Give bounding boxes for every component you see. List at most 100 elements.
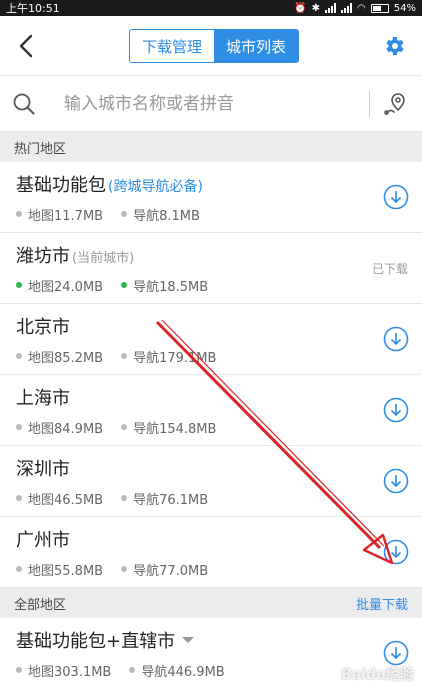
city-name-line: 北京市	[16, 313, 234, 339]
gear-icon	[386, 36, 404, 55]
city-name: 广州市	[16, 529, 70, 551]
nav-size-text: 导航18.5MB	[133, 279, 209, 295]
city-name-line: 广州市	[16, 526, 226, 552]
city-info: 基础功能包 (跨城导航必备) 地图11.7MB 导航8.1MB	[16, 171, 218, 224]
download-icon	[383, 539, 409, 565]
city-name: 上海市	[16, 387, 70, 409]
hot-city-list: 基础功能包 (跨城导航必备) 地图11.7MB 导航8.1MB 潍坊市 (当前城市) 地图2…	[0, 162, 422, 588]
size-line: 地图303.1MB 导航446.9MB	[16, 661, 243, 680]
size-line: 地图55.8MB 导航77.0MB	[16, 560, 226, 579]
city-name-line: 深圳市	[16, 455, 226, 481]
map-size: 地图84.9MB	[16, 418, 103, 437]
status-time: 上午10:51	[6, 2, 60, 15]
map-size-text: 地图24.0MB	[28, 279, 104, 295]
map-size: 地图24.0MB	[16, 276, 103, 295]
download-icon	[383, 184, 409, 210]
map-size-text: 地图46.5MB	[28, 492, 104, 508]
download-button[interactable]	[382, 639, 410, 667]
city-info: 上海市地图84.9MB 导航154.8MB	[16, 384, 234, 437]
map-size: 地图55.8MB	[16, 560, 103, 579]
nav-size: 导航8.1MB	[121, 205, 200, 224]
search-divider	[369, 90, 370, 117]
nav-size: 导航446.9MB	[129, 661, 225, 680]
download-icon	[383, 468, 409, 494]
battery-icon	[370, 3, 389, 13]
status-dot	[16, 667, 22, 673]
nav-size-text: 导航154.8MB	[133, 421, 217, 437]
search-icon	[12, 92, 42, 116]
batch-download-button[interactable]: 批量下载	[356, 594, 408, 613]
nav-size-text: 导航179.1MB	[133, 350, 217, 366]
header: 下载管理 城市列表	[0, 16, 422, 76]
chevron-left-icon	[19, 34, 33, 57]
status-dot	[16, 282, 22, 288]
downloaded-label: 已下载	[371, 261, 408, 276]
section-title: 全部地区	[14, 597, 67, 613]
size-line: 地图85.2MB 导航179.1MB	[16, 347, 234, 366]
nav-size-text: 导航76.1MB	[133, 492, 209, 508]
map-size: 地图303.1MB	[16, 661, 111, 680]
nav-size-text: 导航77.0MB	[133, 563, 209, 579]
tab-city-list[interactable]: 城市列表	[214, 30, 298, 62]
status-dot	[16, 211, 22, 217]
status-dot	[16, 353, 22, 359]
status-dot	[121, 566, 128, 572]
status-dot	[16, 495, 22, 501]
chevron-down-icon[interactable]	[181, 635, 195, 645]
city-row[interactable]: 深圳市地图46.5MB 导航76.1MB	[0, 446, 422, 517]
nav-size: 导航179.1MB	[121, 347, 216, 366]
city-name: 基础功能包+直辖市	[16, 630, 176, 652]
section-title: 热门地区	[14, 141, 67, 157]
section-all: 全部地区 批量下载	[0, 588, 422, 618]
nav-size: 导航154.8MB	[121, 418, 216, 437]
city-name-line: 上海市	[16, 384, 234, 410]
signal-icon	[325, 3, 337, 13]
bluetooth-icon: ✱	[311, 2, 321, 14]
map-size-text: 地图85.2MB	[28, 350, 104, 366]
status-dot	[121, 495, 128, 501]
map-size: 地图85.2MB	[16, 347, 103, 366]
settings-button[interactable]	[378, 26, 410, 66]
size-line: 地图24.0MB 导航18.5MB	[16, 276, 226, 295]
status-dot	[16, 424, 22, 430]
city-name-line: 基础功能包+直辖市	[16, 627, 243, 653]
download-button[interactable]	[382, 467, 410, 495]
size-line: 地图84.9MB 导航154.8MB	[16, 418, 234, 437]
city-row[interactable]: 基础功能包 (跨城导航必备) 地图11.7MB 导航8.1MB	[0, 162, 422, 233]
city-info: 潍坊市 (当前城市) 地图24.0MB 导航18.5MB	[16, 242, 226, 295]
city-note: (跨城导航必备)	[108, 178, 203, 195]
status-dot	[129, 667, 136, 673]
status-bar: 上午10:51 ⏰ ✱ ◠ 54%	[0, 0, 422, 16]
city-row[interactable]: 北京市地图85.2MB 导航179.1MB	[0, 304, 422, 375]
tab-download-manager[interactable]: 下载管理	[130, 30, 214, 62]
section-hot: 热门地区	[0, 132, 422, 162]
search-input[interactable]	[42, 93, 369, 114]
status-dot	[121, 211, 128, 217]
search-bar	[0, 76, 422, 132]
city-row[interactable]: 上海市地图84.9MB 导航154.8MB	[0, 375, 422, 446]
download-button[interactable]	[382, 538, 410, 566]
map-size: 地图46.5MB	[16, 489, 103, 508]
watermark-logo: Baidu经验	[341, 667, 414, 683]
map-size-text: 地图55.8MB	[28, 563, 104, 579]
nav-size: 导航77.0MB	[121, 560, 208, 579]
city-info: 基础功能包+直辖市 地图303.1MB 导航446.9MB	[16, 627, 243, 680]
back-button[interactable]	[12, 26, 40, 66]
city-info: 深圳市地图46.5MB 导航76.1MB	[16, 455, 226, 508]
status-dot	[121, 353, 128, 359]
city-name-line: 潍坊市 (当前城市)	[16, 242, 226, 268]
city-name-line: 基础功能包 (跨城导航必备)	[16, 171, 218, 197]
city-name: 基础功能包	[16, 174, 106, 196]
segmented-tabs: 下载管理 城市列表	[129, 29, 299, 63]
download-button[interactable]	[382, 396, 410, 424]
download-button[interactable]	[382, 325, 410, 353]
locate-button[interactable]	[382, 91, 410, 117]
city-row[interactable]: 广州市地图55.8MB 导航77.0MB	[0, 517, 422, 588]
status-dot	[121, 282, 128, 288]
download-button[interactable]	[382, 183, 410, 211]
map-size-text: 地图11.7MB	[28, 208, 104, 224]
battery-level: 54%	[393, 2, 416, 14]
location-pin-icon	[384, 92, 405, 115]
city-name: 北京市	[16, 316, 70, 338]
city-row[interactable]: 潍坊市 (当前城市) 地图24.0MB 导航18.5MB 已下载	[0, 233, 422, 304]
